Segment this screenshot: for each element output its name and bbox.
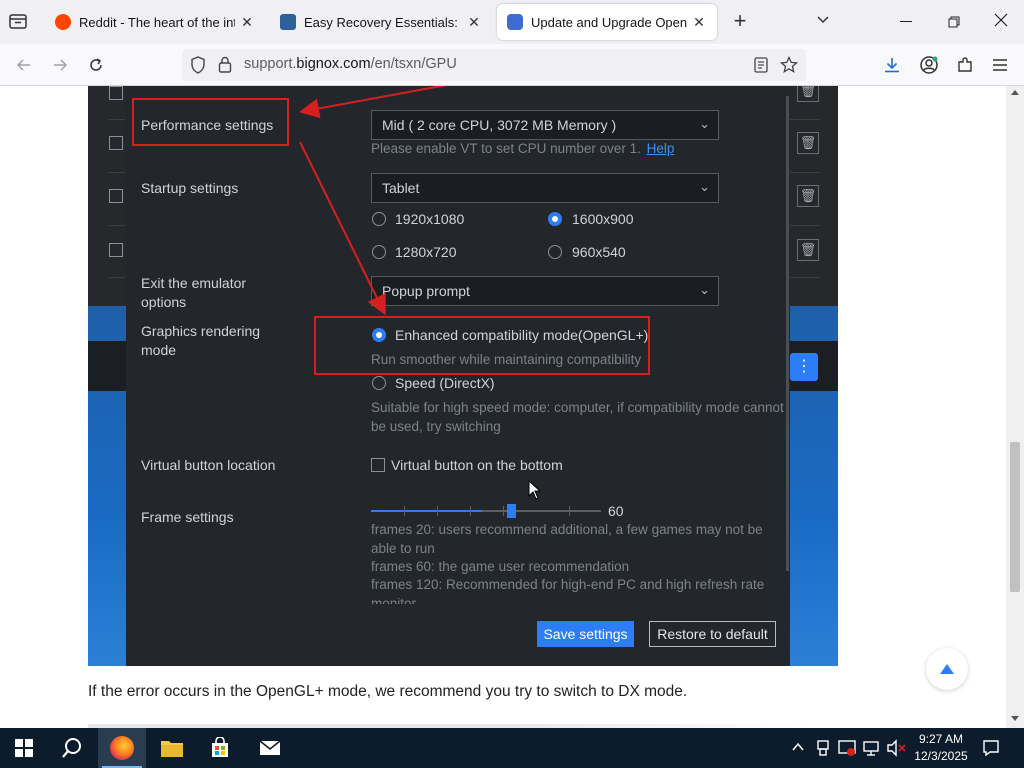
firefox-icon — [110, 736, 134, 760]
page-scrollbar[interactable] — [1006, 86, 1024, 728]
security-alert-icon — [838, 740, 856, 756]
arrow-to-opengl — [299, 141, 386, 316]
tab-recovery[interactable]: Easy Recovery Essentials: Bootal ✕ — [270, 4, 492, 40]
notifications-icon[interactable] — [982, 739, 1000, 757]
back-icon[interactable] — [12, 53, 36, 77]
extensions-icon[interactable] — [953, 53, 977, 77]
search-button[interactable] — [48, 728, 96, 768]
url-path: /en/tsxn/GPU — [370, 56, 457, 72]
tab-title: Reddit - The heart of the interne — [79, 14, 235, 30]
account-icon[interactable] — [917, 53, 941, 77]
search-icon — [62, 738, 81, 758]
nox-settings-screenshot: 🗑 🗑 🗑 🗑 ⋮ Performance settings Mid ( 2 c… — [88, 86, 838, 666]
url-prefix: support. — [244, 56, 297, 72]
mouse-cursor-icon — [528, 480, 542, 500]
tab-bignox[interactable]: Update and Upgrade Open GL+ ✕ — [497, 4, 717, 40]
article-paragraph: If the error occurs in the OpenGL+ mode,… — [88, 683, 688, 700]
tab-strip: Reddit - The heart of the interne ✕ Easy… — [0, 0, 1024, 44]
close-tab-icon[interactable]: ✕ — [239, 14, 255, 31]
show-hidden-icons[interactable] — [791, 740, 805, 754]
arrow-to-performance — [299, 86, 447, 119]
windows-taskbar: 9:27 AM 12/3/2025 — [0, 728, 1024, 768]
mail-button[interactable] — [246, 728, 294, 768]
bignox-icon — [507, 14, 523, 30]
scroll-to-top-button[interactable] — [926, 648, 968, 690]
forward-icon[interactable] — [48, 53, 72, 77]
url-domain: bignox.com — [296, 56, 371, 72]
reader-view-icon[interactable] — [754, 57, 770, 73]
scroll-down-arrow-icon[interactable] — [1011, 716, 1019, 721]
new-tab-icon[interactable]: + — [729, 10, 751, 32]
mail-icon — [259, 740, 281, 755]
downloads-icon[interactable] — [880, 53, 904, 77]
restore-icon[interactable] — [948, 15, 960, 28]
recovery-icon — [280, 14, 296, 30]
chevron-up-icon — [792, 742, 804, 751]
tray-security-icon[interactable] — [838, 739, 856, 757]
reddit-icon — [55, 14, 71, 30]
folder-icon — [161, 741, 183, 757]
menu-icon[interactable] — [988, 53, 1012, 77]
clock-time: 9:27 AM — [918, 732, 964, 746]
tab-title: Update and Upgrade Open GL+ — [531, 14, 687, 30]
firefox-taskbar-button[interactable] — [98, 728, 146, 768]
shield-icon[interactable] — [190, 56, 208, 74]
tab-title: Easy Recovery Essentials: Bootal — [304, 14, 462, 30]
close-window-icon[interactable] — [994, 13, 1008, 27]
tab-list-icon[interactable] — [8, 12, 30, 32]
page-content: 🗑 🗑 🗑 🗑 ⋮ Performance settings Mid ( 2 c… — [0, 86, 1006, 728]
tray-app-icon[interactable] — [815, 739, 831, 757]
windows-logo-icon — [15, 739, 33, 757]
file-explorer-button[interactable] — [148, 728, 196, 768]
store-button[interactable] — [196, 728, 244, 768]
list-all-tabs-icon[interactable] — [815, 12, 835, 32]
navigation-toolbar: support.bignox.com/en/tsxn/GPU — [0, 44, 1024, 86]
start-button[interactable] — [0, 728, 48, 768]
clock-date: 12/3/2025 — [914, 749, 968, 763]
clock[interactable]: 9:27 AM 12/3/2025 — [912, 731, 970, 765]
lock-icon[interactable] — [218, 56, 234, 74]
close-tab-icon[interactable]: ✕ — [466, 14, 482, 31]
arrow-up-icon — [940, 664, 954, 674]
bookmark-star-icon[interactable] — [779, 55, 799, 74]
url-bar[interactable]: support.bignox.com/en/tsxn/GPU — [182, 49, 806, 81]
reload-icon[interactable] — [84, 53, 108, 77]
network-icon[interactable] — [862, 739, 880, 757]
volume-muted-icon[interactable] — [886, 739, 906, 757]
tab-reddit[interactable]: Reddit - The heart of the interne ✕ — [45, 4, 265, 40]
minimize-icon[interactable] — [900, 21, 912, 22]
usb-icon — [817, 740, 829, 756]
close-tab-icon[interactable]: ✕ — [691, 14, 707, 31]
scrollbar-thumb[interactable] — [1010, 442, 1020, 592]
annotation-arrows — [299, 86, 447, 316]
store-icon — [212, 737, 228, 757]
url-text[interactable]: support.bignox.com/en/tsxn/GPU — [244, 56, 457, 72]
scroll-up-arrow-icon[interactable] — [1011, 90, 1019, 95]
